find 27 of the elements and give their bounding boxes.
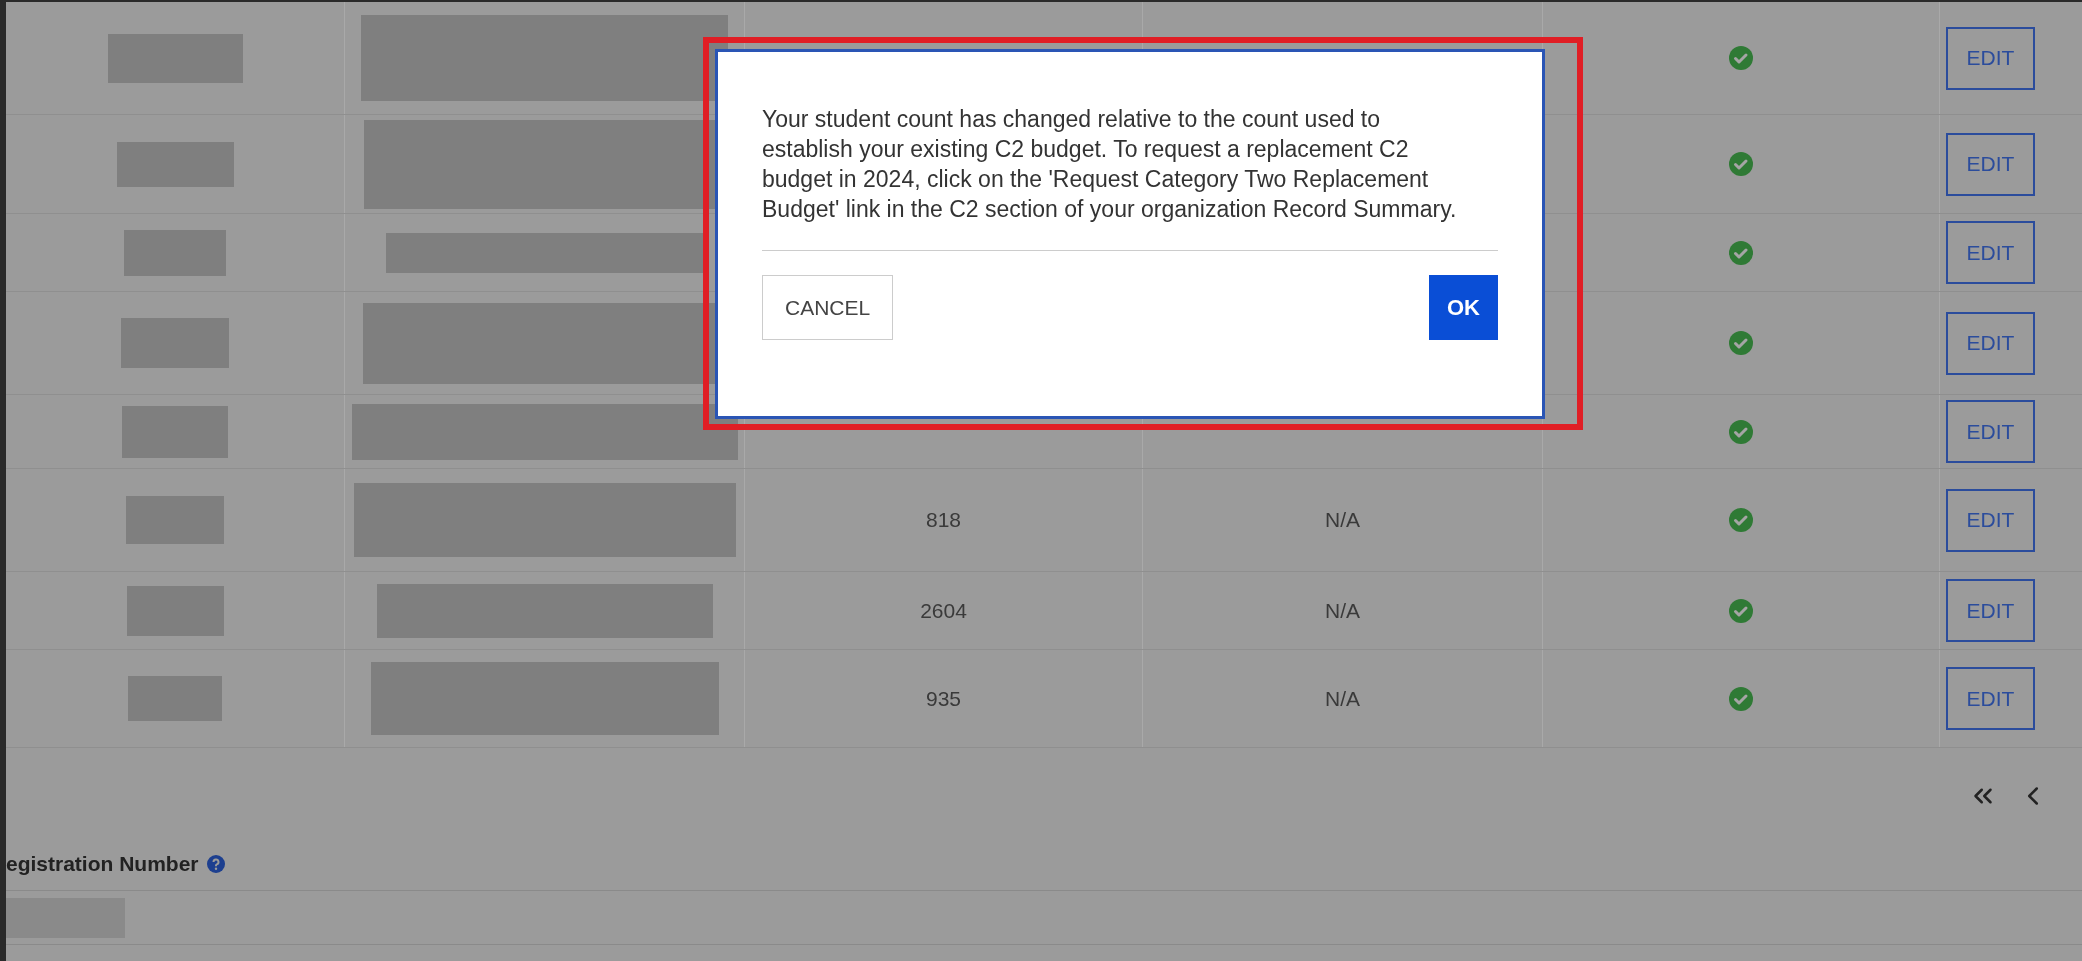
edit-button[interactable]: EDIT (1946, 400, 2035, 463)
edit-button[interactable]: EDIT (1946, 132, 2035, 196)
field-label: egistration Number (6, 851, 199, 878)
table-cell-text: 818 (925, 507, 961, 534)
dialog-message: Your student count has changed relative to the count used to establish your existing C2 budget. To request a replacement C2 budget in 2024, click on the 'Request Category Two Replacement Budget' link in the C2 section of your organization Record Summary. (762, 105, 1458, 224)
help-icon[interactable] (206, 855, 225, 873)
check-circle-icon (1729, 152, 1753, 176)
edit-button[interactable]: EDIT (1946, 488, 2035, 552)
edit-button[interactable]: EDIT (1946, 579, 2035, 642)
edit-button[interactable]: EDIT (1946, 667, 2035, 730)
edit-button[interactable]: EDIT (1946, 26, 2035, 90)
table-cell-text: N/A (1325, 685, 1360, 712)
check-circle-icon (1729, 240, 1753, 265)
cancel-button[interactable]: CANCEL (762, 275, 894, 340)
check-circle-icon (1729, 598, 1753, 623)
table-cell-text: 2604 (920, 597, 967, 624)
table-cell-text: N/A (1325, 507, 1360, 534)
ok-button[interactable]: OK (1429, 275, 1498, 340)
edit-button[interactable]: EDIT (1946, 221, 2035, 284)
edit-button[interactable]: EDIT (1946, 311, 2035, 375)
check-circle-icon (1729, 46, 1753, 70)
check-circle-icon (1729, 508, 1753, 532)
table-cell-text: N/A (1325, 597, 1360, 624)
check-circle-icon (1729, 331, 1753, 355)
table-cell-text: 935 (925, 685, 961, 712)
check-circle-icon (1729, 686, 1753, 711)
check-circle-icon (1729, 419, 1753, 444)
